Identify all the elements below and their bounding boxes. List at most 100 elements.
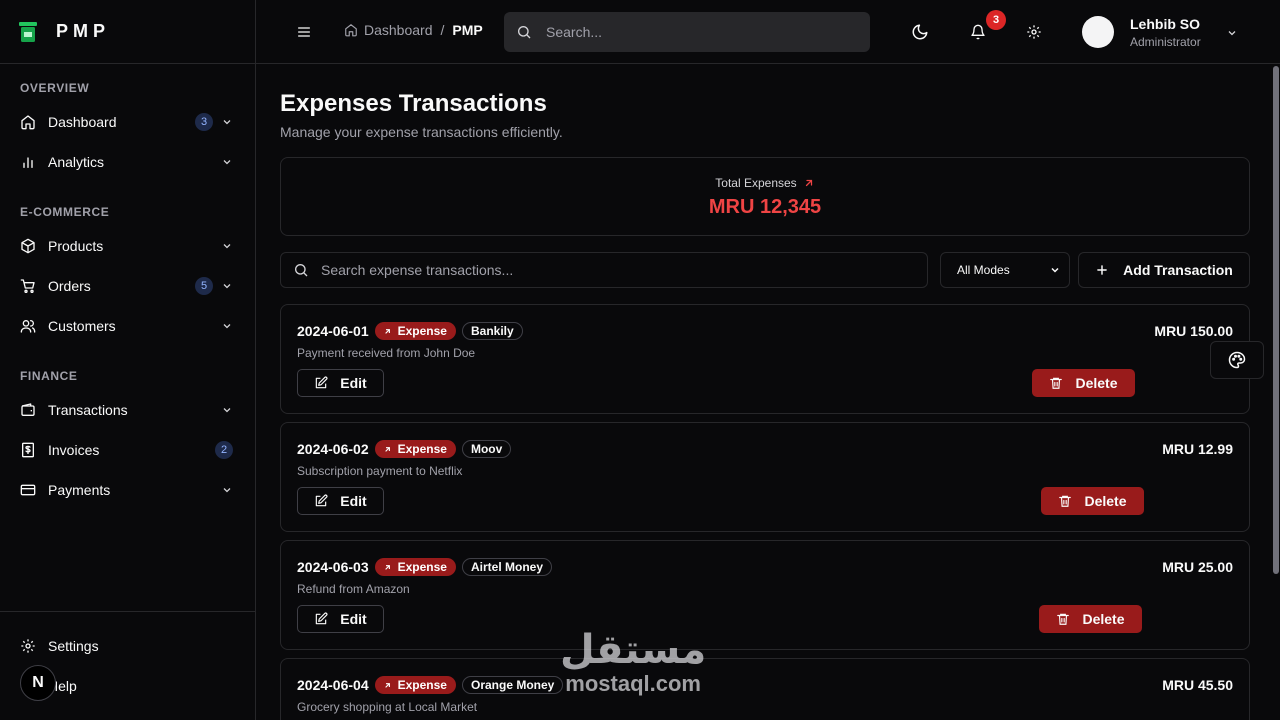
- menu-icon[interactable]: [296, 24, 312, 40]
- breadcrumb-current: PMP: [452, 22, 483, 38]
- global-search: [504, 12, 870, 52]
- type-badge: Expense: [374, 676, 456, 694]
- home-icon: [20, 114, 36, 130]
- arrow-up-right-icon: [384, 564, 390, 570]
- delete-label: Delete: [1084, 493, 1127, 509]
- sidebar-item-transactions[interactable]: Transactions: [20, 390, 235, 430]
- sidebar-item-label: Payments: [48, 482, 111, 498]
- edit-button[interactable]: Edit: [297, 605, 384, 633]
- search-icon: [295, 264, 308, 277]
- add-transaction-button[interactable]: Add Transaction: [1078, 252, 1250, 288]
- transaction-card: 2024-06-01 Expense Bankily Payment recei…: [280, 304, 1250, 414]
- watermark-latin: mostaql.com: [565, 671, 701, 696]
- type-badge: Expense: [374, 322, 456, 340]
- chevron-down-icon: [221, 240, 233, 252]
- stat-value: MRU 12,345: [708, 196, 822, 218]
- bell-icon[interactable]: [970, 24, 988, 42]
- transaction-date: 2024-06-01: [297, 323, 369, 339]
- cart-icon: [20, 278, 36, 294]
- next-dev-indicator[interactable]: N: [20, 665, 56, 701]
- type-badge-label: Expense: [397, 324, 447, 338]
- transaction-amount: MRU 150.00: [1154, 323, 1233, 339]
- brand-name: PMP: [56, 21, 111, 41]
- gear-icon[interactable]: [1026, 24, 1044, 42]
- scrollbar-thumb[interactable]: [1273, 66, 1279, 574]
- page-title: Expenses Transactions: [280, 90, 547, 117]
- credit-card-icon: [20, 482, 36, 498]
- watermark: مستقل mostaql.com: [560, 628, 706, 696]
- transaction-amount: MRU 12.99: [1162, 441, 1233, 457]
- delete-button[interactable]: Delete: [1039, 605, 1142, 633]
- mode-badge: Orange Money: [461, 676, 564, 694]
- sidebar-item-orders[interactable]: Orders 5: [20, 266, 235, 306]
- edit-button[interactable]: Edit: [297, 487, 384, 515]
- stat-label-row: Total Expenses: [715, 176, 814, 190]
- total-expenses-card: Total Expenses MRU 12,345: [280, 157, 1250, 236]
- edit-icon: [316, 494, 328, 507]
- sidebar-item-products[interactable]: Products: [20, 226, 235, 266]
- chevron-down-icon: [1051, 267, 1059, 273]
- plus-icon: [1097, 265, 1107, 275]
- gear-icon: [20, 638, 36, 654]
- type-badge-label: Expense: [397, 560, 447, 574]
- delete-button[interactable]: Delete: [1032, 369, 1135, 397]
- count-badge: 3: [195, 113, 213, 131]
- sidebar-item-payments[interactable]: Payments: [20, 470, 235, 510]
- arrow-up-right-icon: [384, 682, 390, 688]
- section-title-finance: FINANCE: [20, 369, 78, 383]
- sidebar-item-customers[interactable]: Customers: [20, 306, 235, 346]
- transaction-description: Grocery shopping at Local Market: [297, 700, 478, 714]
- user-name[interactable]: Lehbib SO: [1130, 16, 1200, 32]
- arrow-up-right-icon: [805, 179, 812, 187]
- chevron-down-icon: [221, 320, 233, 332]
- palette-icon: [1228, 351, 1246, 369]
- moon-icon[interactable]: [911, 23, 929, 41]
- chevron-down-icon: [221, 404, 233, 416]
- sidebar: PMP OVERVIEW Dashboard 3 Analytics E-COM…: [0, 0, 256, 720]
- delete-button[interactable]: Delete: [1041, 487, 1144, 515]
- type-badge: Expense: [374, 558, 456, 576]
- mode-badge: Bankily: [461, 322, 523, 340]
- trash-icon: [1050, 377, 1063, 389]
- sidebar-item-analytics[interactable]: Analytics: [20, 142, 235, 182]
- transaction-search-input[interactable]: [321, 262, 901, 278]
- chevron-down-icon: [221, 280, 233, 292]
- theme-palette-button[interactable]: [1210, 341, 1264, 379]
- breadcrumb-separator: /: [440, 22, 445, 38]
- breadcrumb-home-link[interactable]: Dashboard: [364, 22, 433, 38]
- sidebar-item-label: Orders: [48, 278, 91, 294]
- type-badge-label: Expense: [397, 678, 447, 692]
- count-badge: 2: [215, 441, 233, 459]
- receipt-icon: [20, 442, 36, 458]
- sidebar-item-label: Help: [48, 678, 77, 694]
- section-title-ecommerce: E-COMMERCE: [20, 205, 110, 219]
- sidebar-item-settings[interactable]: Settings: [20, 626, 235, 666]
- mode-filter-select[interactable]: All Modes: [940, 252, 1070, 288]
- arrow-up-right-icon: [384, 328, 390, 334]
- chevron-down-icon[interactable]: [1226, 26, 1238, 38]
- chevron-down-icon: [221, 116, 233, 128]
- sidebar-item-label: Analytics: [48, 154, 105, 170]
- watermark-arabic: مستقل: [560, 627, 707, 673]
- edit-label: Edit: [340, 375, 367, 391]
- transaction-date: 2024-06-04: [297, 677, 369, 693]
- edit-button[interactable]: Edit: [297, 369, 384, 397]
- brand[interactable]: PMP: [0, 0, 255, 64]
- sidebar-item-label: Customers: [48, 318, 116, 334]
- notification-count-badge: 3: [986, 10, 1006, 30]
- sidebar-item-dashboard[interactable]: Dashboard 3: [20, 102, 235, 142]
- user-role: Administrator: [1130, 35, 1201, 49]
- sidebar-item-label: Invoices: [48, 442, 100, 458]
- section-title-overview: OVERVIEW: [20, 81, 90, 95]
- stat-label: Total Expenses: [715, 176, 797, 190]
- sidebar-item-label: Products: [48, 238, 104, 254]
- avatar[interactable]: [1082, 16, 1114, 48]
- global-search-input[interactable]: [546, 24, 846, 40]
- chevron-down-icon: [221, 484, 233, 496]
- edit-icon: [316, 612, 328, 625]
- sidebar-item-invoices[interactable]: Invoices 2: [20, 430, 235, 470]
- breadcrumb: Dashboard / PMP: [344, 22, 483, 38]
- chevron-down-icon: [221, 156, 233, 168]
- sidebar-item-label: Settings: [48, 638, 99, 654]
- trash-icon: [1059, 495, 1072, 507]
